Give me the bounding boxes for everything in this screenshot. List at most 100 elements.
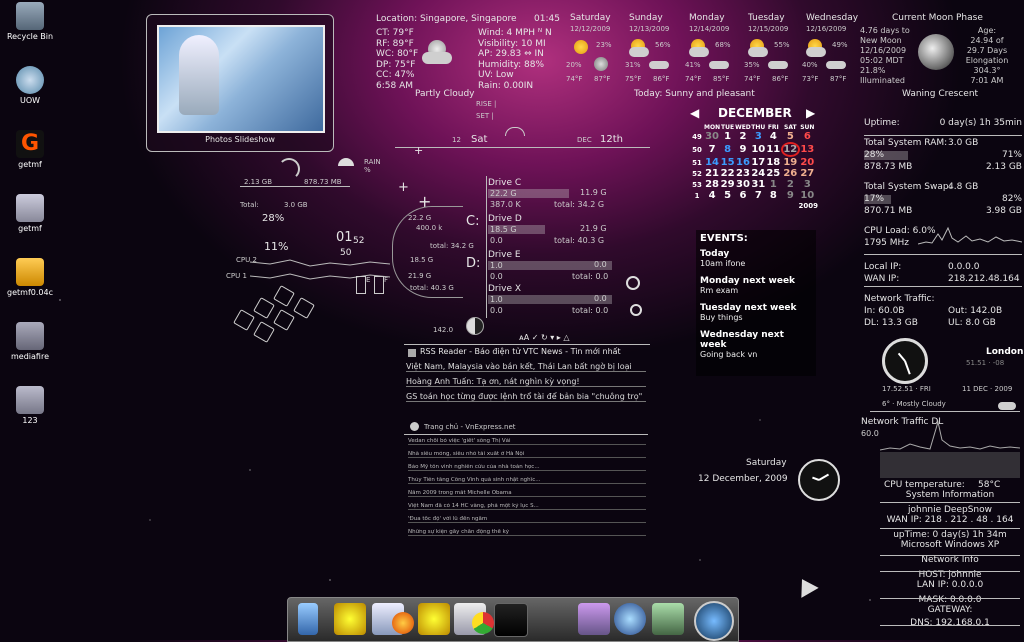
calendar-day[interactable]: 15	[720, 157, 735, 168]
getmf-icon[interactable]: G getmf	[8, 130, 52, 169]
rss-item[interactable]: Hoàng Anh Tuấn: Tạ ơn, nát nghìn kỳ vọng…	[406, 377, 646, 387]
rss-item[interactable]: GS toán học từng được lệnh trổ tài để bả…	[406, 392, 646, 402]
next-month-arrow-icon[interactable]: ▶	[806, 106, 815, 120]
media-player-icon[interactable]	[494, 603, 528, 637]
yahoo-messenger-icon[interactable]	[334, 603, 366, 635]
feed-item[interactable]: Nhà siêu mỏng, siêu nhỏ tái xuất ở Hà Nộ…	[408, 451, 646, 458]
swap-label: Total System Swap:	[864, 182, 952, 192]
calendar-day[interactable]: 27	[800, 168, 815, 179]
calendar-day[interactable]: 25	[766, 168, 781, 179]
event-item[interactable]: Today 10am ifone	[700, 249, 812, 268]
calendar-day[interactable]: 24	[751, 168, 766, 179]
calendar-day[interactable]: 6	[800, 131, 815, 142]
calendar-day[interactable]: 5	[781, 131, 800, 142]
calendar-day[interactable]: 3	[800, 179, 815, 190]
chrome-icon[interactable]	[472, 612, 494, 634]
feed-item[interactable]: Bảo Mỹ tôn vinh nghiên cứu của nhà toán …	[408, 464, 646, 471]
feed-item[interactable]: 'Đua tốc độ' với lũ đến ngầm	[408, 516, 646, 523]
calendar-day[interactable]: 30	[735, 179, 751, 190]
event-item[interactable]: Tuesday next week Buy things	[700, 303, 812, 322]
calendar-day[interactable]: 7	[751, 190, 766, 201]
phone-icon[interactable]	[298, 603, 318, 635]
forecast-hi: 85°F	[713, 75, 730, 83]
feed-icon	[410, 422, 419, 431]
calendar-day[interactable]: 9	[735, 142, 751, 157]
calendar-day[interactable]: 1	[720, 131, 735, 142]
firefox-icon[interactable]	[392, 612, 414, 634]
network-globe-icon[interactable]	[614, 603, 646, 635]
feed-item[interactable]: Vedan chối bỏ việc 'giết' sông Thị Vải	[408, 438, 646, 445]
calendar-day[interactable]: 29	[720, 179, 735, 190]
calendar-day[interactable]: 26	[781, 168, 800, 179]
events-widget: EVENTS: Today 10am ifone Monday next wee…	[696, 230, 816, 376]
calendar-day[interactable]: 19	[781, 157, 800, 168]
hud-total-value: 3.0 GB	[284, 201, 308, 209]
calendar-day[interactable]: 7	[704, 142, 720, 157]
feed-item[interactable]: Thủy Tiên tăng Công Vinh quà sinh nhật n…	[408, 477, 646, 484]
rss-item[interactable]: Việt Nam, Malaysia vào bán kết, Thái Lan…	[406, 362, 646, 372]
desktop-icon-label: 123	[22, 416, 38, 425]
event-item[interactable]: Monday next week Rm exam	[700, 276, 812, 295]
calendar-day[interactable]: 17	[751, 157, 766, 168]
photo-slideshow-widget[interactable]: Photos Slideshow	[146, 14, 334, 152]
calendar-day[interactable]: 8	[766, 190, 781, 201]
calendar-day[interactable]: 13	[800, 142, 815, 157]
calendar-day[interactable]: 10	[751, 142, 766, 157]
calendar-day[interactable]: 22	[720, 168, 735, 179]
forecast-pct: 41%	[685, 61, 701, 69]
drive-panel[interactable]: Drive C 22.2 G 11.9 G 387.0 K total: 34.…	[488, 178, 612, 212]
feed-item[interactable]: Những sự kiện gây chấn động thế kỷ	[408, 529, 646, 536]
clock-city: London	[986, 347, 1024, 357]
calendar-day[interactable]: 14	[704, 157, 720, 168]
divider	[880, 528, 1020, 529]
calendar-day[interactable]: 2	[781, 179, 800, 190]
calendar-day[interactable]: 4	[704, 190, 720, 201]
folder-123-icon[interactable]: 123	[8, 386, 52, 425]
paint-icon[interactable]	[578, 603, 610, 635]
paper-plane-icon[interactable]	[793, 574, 819, 598]
drive-panel[interactable]: Drive D 18.5 G 21.9 G 0.0 total: 40.3 G	[488, 214, 612, 248]
windows-start-icon[interactable]	[694, 601, 734, 641]
calendar-day[interactable]: 5	[720, 190, 735, 201]
drive-size: 0.0	[594, 294, 607, 303]
calendar-day[interactable]: 2	[735, 131, 751, 142]
calendar-day[interactable]: 6	[735, 190, 751, 201]
mediafire-folder-icon[interactable]: mediafire	[8, 322, 52, 361]
prev-month-arrow-icon[interactable]: ◀	[690, 106, 699, 120]
calendar-today[interactable]: 12	[780, 142, 800, 157]
hud-cpu1-label: CPU 1	[226, 272, 247, 280]
calendar-day[interactable]: 10	[800, 190, 815, 201]
pencil-tool-icon[interactable]	[652, 603, 684, 635]
calendar-day[interactable]: 16	[735, 157, 751, 168]
rss-toolbar-icons[interactable]: ᴀA ✓ ↻ ▾ ▸ △	[519, 333, 570, 342]
drive-panel[interactable]: Drive E 1.0 0.0 0.0 total: 0.0	[488, 250, 612, 284]
calendar-day[interactable]: 4	[766, 131, 781, 142]
settings-ring-icon[interactable]	[626, 276, 640, 290]
calendar-day[interactable]: 1	[766, 179, 781, 190]
feed-item[interactable]: Năm 2009 trong mắt Michelle Obama	[408, 490, 646, 497]
package-icon[interactable]: getmf0.04c	[7, 258, 53, 297]
calendar-day[interactable]: 31	[751, 179, 766, 190]
calendar-day[interactable]: 20	[800, 157, 815, 168]
calendar-day[interactable]: 30	[704, 131, 720, 142]
event-item[interactable]: Wednesday next week Going back vn	[700, 330, 812, 359]
cloud-icon	[689, 47, 709, 57]
calendar-day[interactable]: 23	[735, 168, 751, 179]
calendar-day[interactable]: 18	[766, 157, 781, 168]
recycle-bin-icon[interactable]: Recycle Bin	[7, 2, 53, 41]
forecast-date: 12/12/2009	[570, 25, 611, 33]
getmf-shortcut-icon[interactable]: getmf	[8, 194, 52, 233]
calendar-day[interactable]: 11	[766, 142, 781, 157]
calendar-day[interactable]: 8	[720, 142, 735, 157]
calendar-day[interactable]: 28	[704, 179, 720, 190]
uow-icon[interactable]: UOW	[8, 66, 52, 105]
net-dl-value: 60.0	[861, 429, 879, 438]
calendar-day[interactable]: 3	[751, 131, 766, 142]
calendar-day[interactable]: 9	[781, 190, 800, 201]
settings-ring-icon[interactable]	[630, 304, 642, 316]
feed-item[interactable]: Việt Nam đã có 14 HC vàng, phá một kỷ lụ…	[408, 503, 646, 510]
calendar-day[interactable]: 21	[704, 168, 720, 179]
drive-panel[interactable]: Drive X 1.0 0.0 0.0 total: 0.0	[488, 284, 612, 318]
divider	[404, 434, 648, 435]
yahoo-icon[interactable]	[418, 603, 450, 635]
